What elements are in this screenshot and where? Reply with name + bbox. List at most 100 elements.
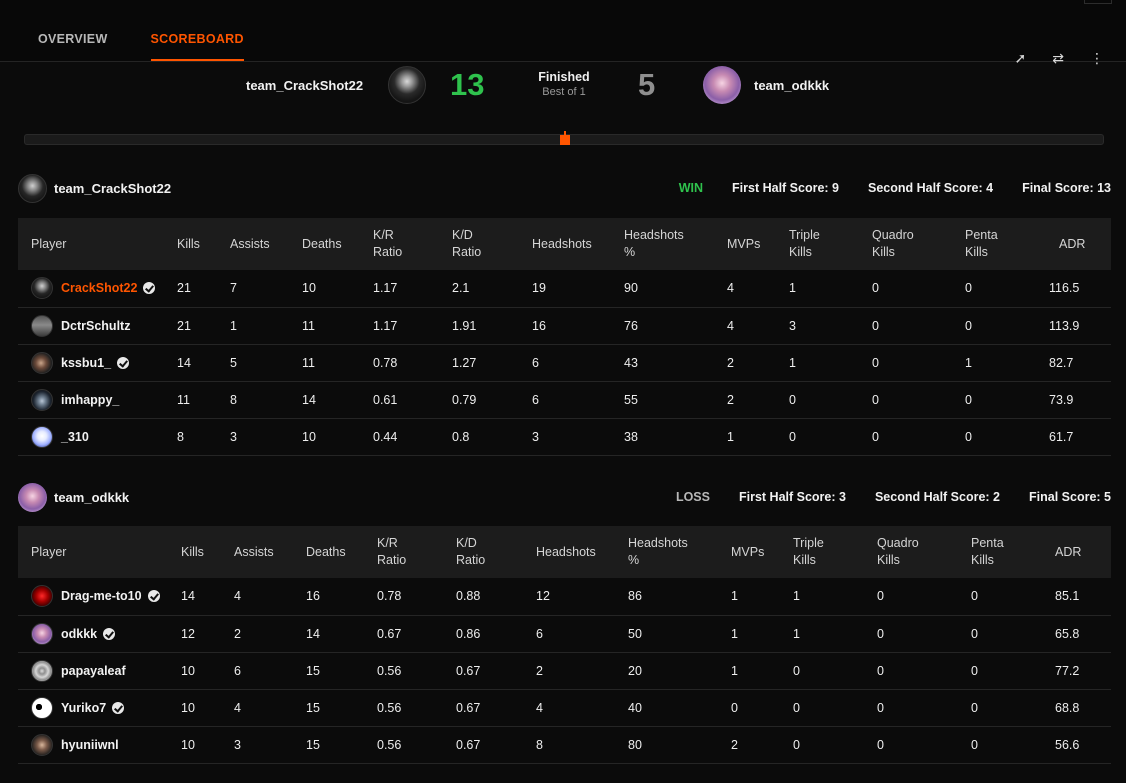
stat-penta-kills: 0 [971, 726, 1055, 764]
stat-mvps: 4 [727, 270, 789, 308]
col-penta-kills[interactable]: Penta Kills [971, 526, 1055, 578]
col-adr[interactable]: ADR [1049, 218, 1111, 270]
stat-kr-ratio: 0.56 [377, 689, 456, 727]
stat-kd-ratio: 0.86 [456, 615, 536, 653]
tab-overview[interactable]: OVERVIEW [38, 32, 108, 62]
col-headshots-pct[interactable]: Headshots% [624, 218, 727, 270]
stat-kr-ratio: 1.17 [373, 270, 452, 308]
team-name[interactable]: team_odkkk [54, 490, 129, 505]
table-row: odkkk 12 2 14 0.67 0.86 6 50 1 1 0 0 65.8 [18, 615, 1111, 653]
stat-headshots-pct: 38 [624, 418, 727, 456]
player-name-link[interactable]: Yuriko7 [61, 701, 106, 715]
col-kills[interactable]: Kills [181, 526, 234, 578]
round-timeline[interactable] [24, 131, 1104, 145]
team-a-avatar[interactable] [388, 66, 426, 104]
stat-adr: 61.7 [1049, 418, 1111, 456]
stat-deaths: 10 [302, 418, 373, 456]
stat-kd-ratio: 0.79 [452, 381, 532, 419]
stat-kr-ratio: 0.44 [373, 418, 452, 456]
col-triple-kills[interactable]: Triple Kills [793, 526, 877, 578]
col-headshots-pct[interactable]: Headshots% [628, 526, 731, 578]
stat-kd-ratio: 0.88 [456, 578, 536, 616]
col-assists[interactable]: Assists [230, 218, 302, 270]
player-avatar[interactable] [31, 622, 53, 645]
stat-kd-ratio: 1.27 [452, 344, 532, 382]
player-avatar[interactable] [31, 314, 53, 337]
stat-triple-kills: 0 [793, 726, 877, 764]
col-deaths[interactable]: Deaths [306, 526, 377, 578]
col-player[interactable]: Player [18, 526, 181, 578]
player-avatar[interactable] [31, 351, 53, 374]
col-headshots[interactable]: Headshots [532, 218, 624, 270]
col-triple-kills[interactable]: Triple Kills [789, 218, 872, 270]
player-info: DctrSchultz [31, 314, 177, 337]
scoreboard-table: Player Kills Assists Deaths K/R Ratio K/D… [18, 526, 1111, 764]
stat-kills: 10 [181, 652, 234, 690]
player-name-link[interactable]: _310 [61, 430, 89, 444]
col-adr[interactable]: ADR [1055, 526, 1111, 578]
team-a-name[interactable]: team_CrackShot22 [246, 78, 363, 93]
player-cell: CrackShot22 [18, 270, 177, 308]
stat-mvps: 2 [727, 344, 789, 382]
stat-penta-kills: 0 [965, 270, 1049, 308]
player-cell: hyuniiwnl [18, 726, 181, 764]
team-avatar[interactable] [18, 174, 47, 203]
stat-kills: 14 [181, 578, 234, 616]
player-name-link[interactable]: CrackShot22 [61, 281, 137, 295]
col-assists[interactable]: Assists [234, 526, 306, 578]
col-kr-ratio[interactable]: K/R Ratio [373, 218, 452, 270]
player-name-link[interactable]: Drag-me-to10 [61, 589, 142, 603]
timeline-marker[interactable] [560, 131, 570, 145]
team-result: WIN [678, 181, 704, 195]
player-avatar[interactable] [31, 425, 53, 448]
team-b-name[interactable]: team_odkkk [754, 78, 829, 93]
player-info: odkkk [31, 622, 181, 645]
stat-mvps: 0 [731, 689, 793, 727]
player-avatar[interactable] [31, 277, 53, 300]
tab-scoreboard[interactable]: SCOREBOARD [150, 32, 245, 62]
first-half-score: First Half Score: 9 [732, 181, 840, 195]
col-player[interactable]: Player [18, 218, 177, 270]
window-corner [1084, 0, 1112, 4]
player-avatar[interactable] [31, 733, 53, 756]
col-mvps[interactable]: MVPs [727, 218, 789, 270]
player-name-link[interactable]: papayaleaf [61, 664, 126, 678]
player-name-link[interactable]: DctrSchultz [61, 319, 130, 333]
stat-triple-kills: 1 [789, 344, 872, 382]
player-name-link[interactable]: kssbu1_ [61, 356, 111, 370]
team-avatar[interactable] [18, 483, 47, 512]
stat-kd-ratio: 0.67 [456, 652, 536, 690]
player-cell: odkkk [18, 615, 181, 653]
col-quadro-kills[interactable]: Quadro Kills [872, 218, 965, 270]
player-name-link[interactable]: imhappy_ [61, 393, 119, 407]
stat-kd-ratio: 2.1 [452, 270, 532, 308]
col-kr-ratio[interactable]: K/R Ratio [377, 526, 456, 578]
team-name[interactable]: team_CrackShot22 [54, 181, 171, 196]
col-penta-kills[interactable]: Penta Kills [965, 218, 1049, 270]
stat-assists: 8 [230, 381, 302, 419]
col-quadro-kills[interactable]: Quadro Kills [877, 526, 971, 578]
col-mvps[interactable]: MVPs [731, 526, 793, 578]
stat-assists: 5 [230, 344, 302, 382]
col-deaths[interactable]: Deaths [302, 218, 373, 270]
stat-mvps: 1 [731, 615, 793, 653]
stat-deaths: 15 [306, 726, 377, 764]
col-kd-ratio[interactable]: K/D Ratio [452, 218, 532, 270]
stat-triple-kills: 0 [789, 381, 872, 419]
table-row: Yuriko7 10 4 15 0.56 0.67 4 40 0 0 0 0 68.8 [18, 689, 1111, 727]
player-avatar[interactable] [31, 696, 53, 719]
player-avatar[interactable] [31, 659, 53, 682]
stat-headshots-pct: 20 [628, 652, 731, 690]
player-name-link[interactable]: odkkk [61, 627, 97, 641]
player-name-link[interactable]: hyuniiwnl [61, 738, 119, 752]
team-b-avatar[interactable] [703, 66, 741, 104]
col-headshots[interactable]: Headshots [536, 526, 628, 578]
col-kills[interactable]: Kills [177, 218, 230, 270]
player-avatar[interactable] [31, 388, 53, 411]
stat-headshots: 3 [532, 418, 624, 456]
table-row: DctrSchultz 21 1 11 1.17 1.91 16 76 4 3 0 0 113.9 [18, 307, 1111, 345]
table-header-row: Player Kills Assists Deaths K/R Ratio K/D… [18, 218, 1111, 270]
stat-assists: 4 [234, 578, 306, 616]
col-kd-ratio[interactable]: K/D Ratio [456, 526, 536, 578]
player-avatar[interactable] [31, 585, 53, 608]
